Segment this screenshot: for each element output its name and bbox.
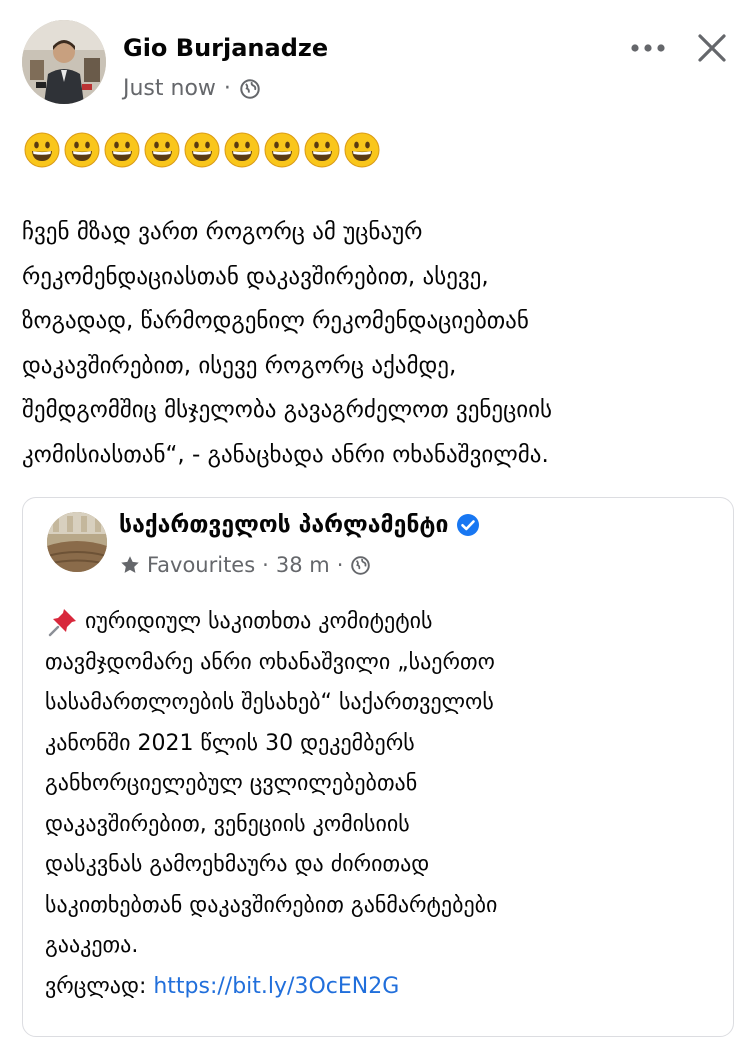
grinning-face-emoji — [264, 132, 300, 168]
post-header: Gio Burjanadze Just now · — [22, 20, 734, 106]
page-avatar[interactable] — [47, 512, 107, 572]
page-name[interactable]: საქართველოს პარლამენტი — [119, 512, 480, 538]
grinning-face-emoji — [104, 132, 140, 168]
grinning-face-emoji — [304, 132, 340, 168]
read-more-line: ვრცლად: https://bit.ly/3OcEN2G — [45, 967, 399, 1007]
shared-post-body: იურიდიულ საკითხთა კომიტეტის თავმჯდომარე … — [45, 609, 498, 958]
star-icon — [121, 556, 139, 573]
page-name-label: საქართველოს პარლამენტი — [119, 512, 449, 538]
emoji-row — [24, 132, 380, 168]
post-meta: Just now · — [123, 76, 261, 101]
meta-separator: · — [262, 553, 269, 577]
globe-icon — [239, 78, 261, 100]
verified-badge-icon — [457, 514, 480, 536]
post-text: ჩვენ მზად ვართ როგორც ამ უცნაურ რეკომენდ… — [22, 219, 553, 468]
meta-separator: · — [336, 553, 344, 577]
read-more-link[interactable]: https://bit.ly/3OcEN2G — [153, 974, 399, 999]
grinning-face-emoji — [64, 132, 100, 168]
post-time[interactable]: Just now — [123, 76, 216, 101]
read-more-label: ვრცლად: — [45, 974, 147, 999]
more-icon — [631, 44, 665, 52]
grinning-face-emoji — [344, 132, 380, 168]
grinning-face-emoji — [184, 132, 220, 168]
shared-post-card[interactable]: საქართველოს პარლამენტი Favourites · 38 m… — [22, 497, 734, 1037]
close-button[interactable] — [690, 26, 734, 70]
globe-icon — [350, 555, 371, 576]
shared-post-time[interactable]: 38 m — [276, 553, 330, 577]
shared-post-meta: Favourites · 38 m · — [119, 553, 371, 577]
more-options-button[interactable] — [628, 28, 668, 68]
favourites-label[interactable]: Favourites — [147, 553, 255, 577]
grinning-face-emoji — [224, 132, 260, 168]
close-icon — [698, 34, 726, 62]
author-avatar[interactable] — [22, 20, 106, 104]
meta-separator: · — [223, 76, 231, 101]
grinning-face-emoji — [24, 132, 60, 168]
grinning-face-emoji — [144, 132, 180, 168]
shared-post-text: იურიდიულ საკითხთა კომიტეტის თავმჯდომარე … — [45, 602, 725, 967]
author-name[interactable]: Gio Burjanadze — [123, 34, 328, 62]
